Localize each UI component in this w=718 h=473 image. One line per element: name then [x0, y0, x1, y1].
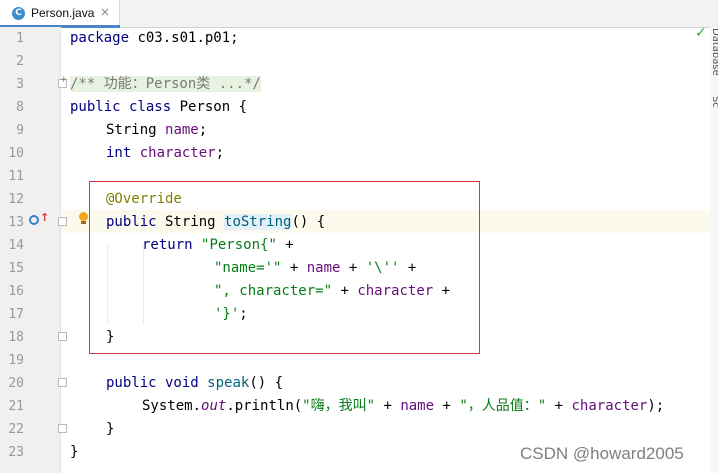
static-field: out — [201, 398, 227, 414]
line-number: 10 — [8, 146, 24, 161]
code-text: Person { — [171, 99, 248, 115]
code-text: ; — [198, 122, 208, 138]
line-number: 11 — [8, 169, 24, 184]
code-text: ; — [215, 145, 225, 161]
field-name: character — [139, 145, 216, 161]
code-line-21[interactable]: System.out.println("嗨，我叫" + name + "，人品值… — [142, 395, 664, 418]
folded-comment[interactable]: /** 功能：Person类 ...*/ — [70, 76, 261, 92]
line-number: 2 — [16, 54, 24, 69]
line-number: 20 — [8, 376, 24, 391]
code-text: } — [106, 421, 115, 437]
operator: + — [434, 398, 460, 414]
line-number: 1 — [16, 31, 24, 46]
tab-label: Person.java — [31, 6, 95, 20]
line-number: 3 — [16, 77, 24, 92]
keyword: int — [106, 145, 132, 161]
keyword: package — [70, 30, 130, 46]
line-number: 15 — [8, 261, 24, 276]
line-number: 14 — [8, 238, 24, 253]
line-number: 12 — [8, 192, 24, 207]
database-tool-tab[interactable]: Database — [710, 28, 718, 76]
code-text: System. — [142, 398, 202, 414]
line-number: 18 — [8, 330, 24, 345]
error-stripe[interactable] — [710, 27, 718, 473]
field-name: name — [165, 122, 199, 138]
side-tool-tab[interactable]: Sc — [710, 96, 718, 132]
code-line-22[interactable]: } — [106, 418, 114, 441]
override-method-icon[interactable] — [29, 215, 39, 225]
field-name: character — [571, 398, 648, 414]
tab-person-java[interactable]: C Person.java × — [0, 0, 120, 28]
code-line-1[interactable]: package c03.s01.p01; — [70, 27, 239, 50]
line-number: 16 — [8, 284, 24, 299]
close-icon[interactable]: × — [100, 5, 110, 19]
watermark: CSDN @howard2005 — [520, 444, 684, 463]
code-text: } — [70, 444, 79, 460]
string-literal: "，人品值：" — [459, 398, 547, 414]
code-text: () { — [249, 375, 284, 391]
line-number: 21 — [8, 399, 24, 414]
code-line-3[interactable]: /** 功能：Person类 ...*/ — [70, 73, 261, 96]
field-name: name — [400, 398, 435, 414]
keyword: public void — [106, 375, 199, 391]
editor-tab-bar: C Person.java × — [0, 0, 718, 28]
keyword: public class — [70, 99, 172, 115]
code-text: .println( — [226, 398, 303, 414]
type-name: String — [106, 122, 157, 138]
code-line-9[interactable]: String name; — [106, 119, 207, 142]
lightbulb-base — [81, 221, 86, 224]
operator: + — [546, 398, 572, 414]
line-number: 17 — [8, 307, 24, 322]
fold-toggle-icon[interactable] — [58, 217, 67, 226]
line-number: 23 — [8, 445, 24, 460]
code-text: c03.s01.p01; — [129, 30, 239, 46]
highlight-box — [89, 181, 480, 354]
arrow-up-icon[interactable]: ↑ — [40, 211, 49, 224]
method-name: speak — [207, 375, 250, 391]
line-number: 13 — [8, 215, 24, 230]
gutter-divider — [60, 27, 61, 473]
line-number: 19 — [8, 353, 24, 368]
lightbulb-icon[interactable] — [79, 212, 88, 221]
fold-toggle-icon[interactable] — [58, 424, 67, 433]
line-number: 8 — [16, 100, 24, 115]
check-icon[interactable]: ✓ — [695, 25, 707, 41]
string-literal: "嗨，我叫" — [302, 398, 376, 414]
code-line-23[interactable]: } — [70, 441, 78, 464]
fold-toggle-icon[interactable]: + — [58, 75, 68, 88]
code-line-8[interactable]: public class Person { — [70, 96, 247, 119]
code-line-10[interactable]: int character; — [106, 142, 224, 165]
code-line-20[interactable]: public void speak() { — [106, 372, 283, 395]
operator: + — [375, 398, 401, 414]
fold-toggle-icon[interactable] — [58, 378, 67, 387]
fold-toggle-icon[interactable] — [58, 332, 67, 341]
code-text: ); — [647, 398, 665, 414]
java-class-icon: C — [12, 7, 25, 20]
line-number: 22 — [8, 422, 24, 437]
line-number: 9 — [16, 123, 24, 138]
